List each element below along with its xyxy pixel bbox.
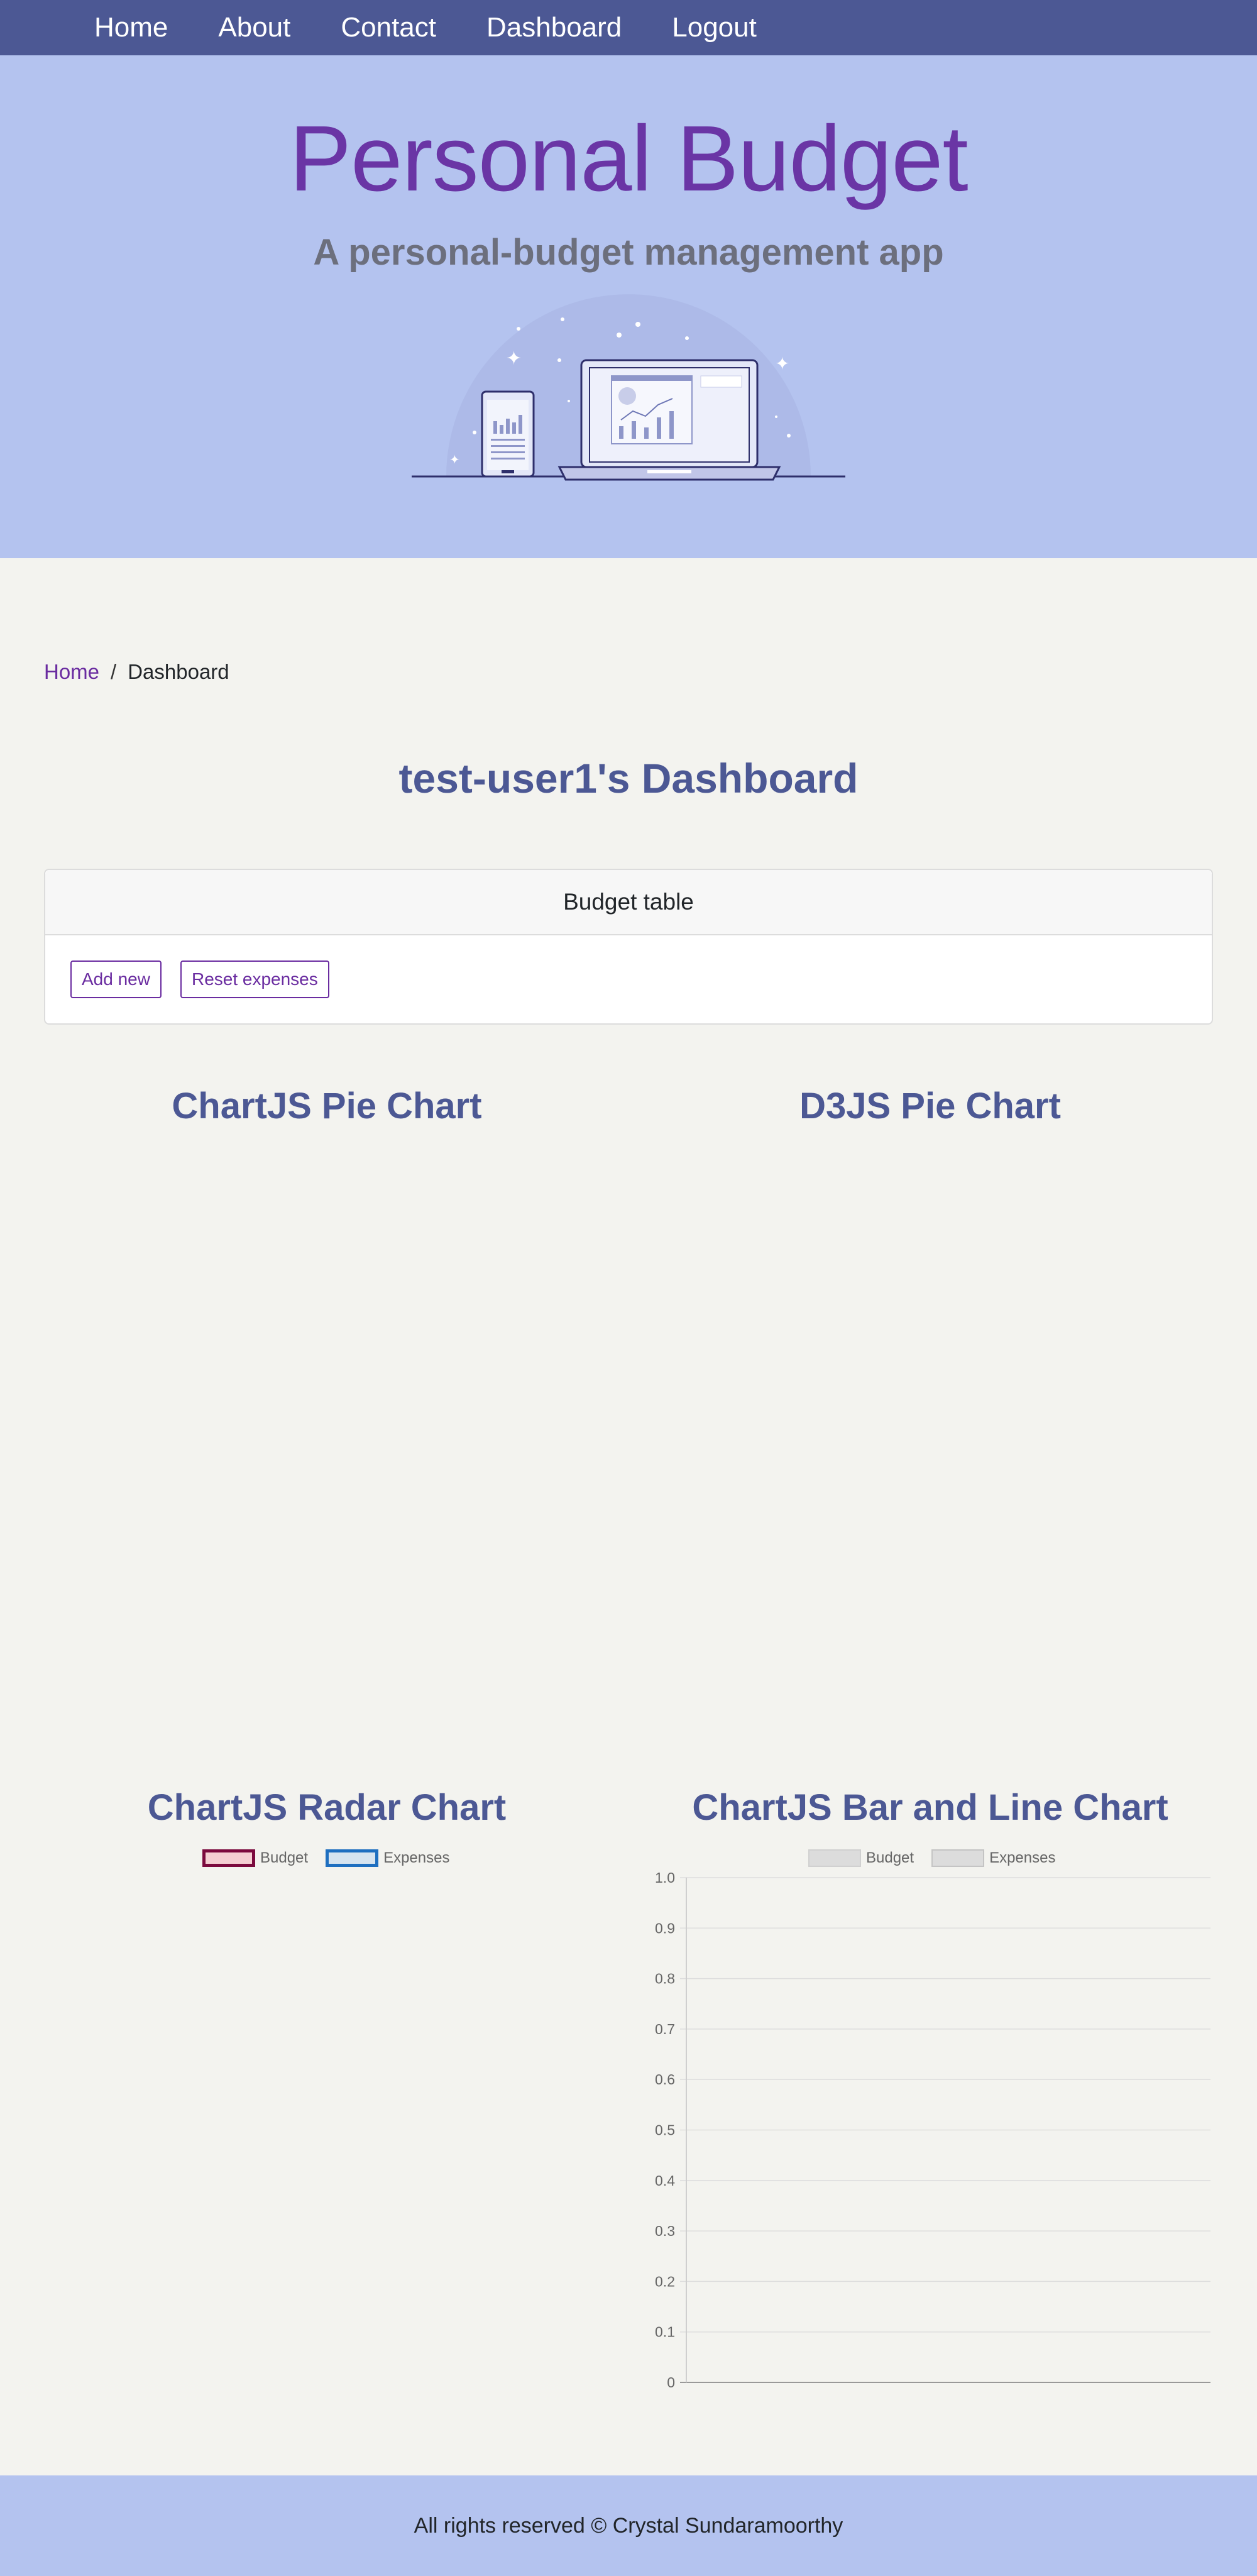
budget-swatch-icon (202, 1849, 255, 1867)
reset-expenses-button[interactable]: Reset expenses (180, 960, 329, 998)
expenses-swatch-icon (326, 1849, 379, 1867)
hero-subtitle: A personal-budget management app (313, 232, 944, 273)
budget-table-header: Budget table (45, 870, 1212, 935)
budget-table-body: Add new Reset expenses (45, 935, 1212, 1023)
d3js-pie-heading: D3JS Pie Chart (799, 1086, 1061, 1126)
y-tick-label: 0.3 (655, 2223, 675, 2239)
top-navbar: Home About Contact Dashboard Logout (0, 0, 1257, 55)
hero-title: Personal Budget (289, 107, 968, 211)
y-tick-label: 0.4 (655, 2172, 675, 2189)
bar-line-chart: 0 0.1 0.2 0.3 0.4 0.5 0.6 0.7 0.8 0.9 1.0 (655, 1869, 1210, 2391)
add-new-button[interactable]: Add new (70, 960, 162, 998)
y-tick-label: 0.6 (655, 2071, 675, 2088)
breadcrumb-current: Dashboard (128, 660, 229, 683)
radar-chart-heading: ChartJS Radar Chart (147, 1787, 507, 1828)
radar-legend-budget[interactable]: Budget (202, 1849, 308, 1867)
chartjs-pie-chart-area (44, 1144, 610, 1710)
devices-illustration: ✦ ✦ ✦ (412, 294, 845, 481)
d3js-pie-chart-area (647, 1144, 1213, 1710)
y-tick-label: 0.1 (655, 2324, 675, 2340)
footer-text: All rights reserved © Crystal Sundaramoo… (414, 2513, 843, 2538)
radar-legend-expenses-label: Expenses (383, 1849, 450, 1866)
svg-text:✦: ✦ (775, 354, 789, 373)
nav-contact-link[interactable]: Contact (341, 0, 436, 55)
dashboard-title: test-user1's Dashboard (398, 755, 859, 801)
radar-chart-area (44, 1880, 610, 2395)
breadcrumb-home-link[interactable]: Home (44, 660, 99, 684)
radar-legend-expenses[interactable]: Expenses (326, 1849, 449, 1867)
y-tick-label: 0.7 (655, 2021, 675, 2037)
hero-banner: Personal Budget A personal-budget manage… (0, 55, 1257, 558)
radar-legend-budget-label: Budget (260, 1849, 309, 1866)
svg-text:✦: ✦ (506, 348, 522, 369)
chartjs-pie-heading: ChartJS Pie Chart (172, 1086, 482, 1126)
breadcrumb-separator: / (111, 660, 117, 683)
nav-logout-link[interactable]: Logout (672, 0, 757, 55)
bar-line-chart-heading: ChartJS Bar and Line Chart (692, 1787, 1168, 1828)
y-tick-label: 0.9 (655, 1920, 675, 1936)
radar-chart-legend: Budget Expenses (202, 1849, 461, 1867)
budget-table-card: Budget table Add new Reset expenses (44, 869, 1213, 1025)
svg-text:✦: ✦ (449, 453, 460, 467)
nav-dashboard-link[interactable]: Dashboard (486, 0, 622, 55)
y-tick-label: 0 (667, 2374, 675, 2391)
nav-home-link[interactable]: Home (94, 0, 168, 55)
y-tick-label: 1.0 (655, 1869, 675, 1886)
y-tick-label: 0.8 (655, 1971, 675, 1987)
y-tick-label: 0.2 (655, 2273, 675, 2289)
page-footer: All rights reserved © Crystal Sundaramoo… (0, 2475, 1257, 2576)
breadcrumb: Home / Dashboard (44, 660, 229, 684)
y-tick-label: 0.5 (655, 2122, 675, 2138)
nav-about-link[interactable]: About (218, 0, 290, 55)
